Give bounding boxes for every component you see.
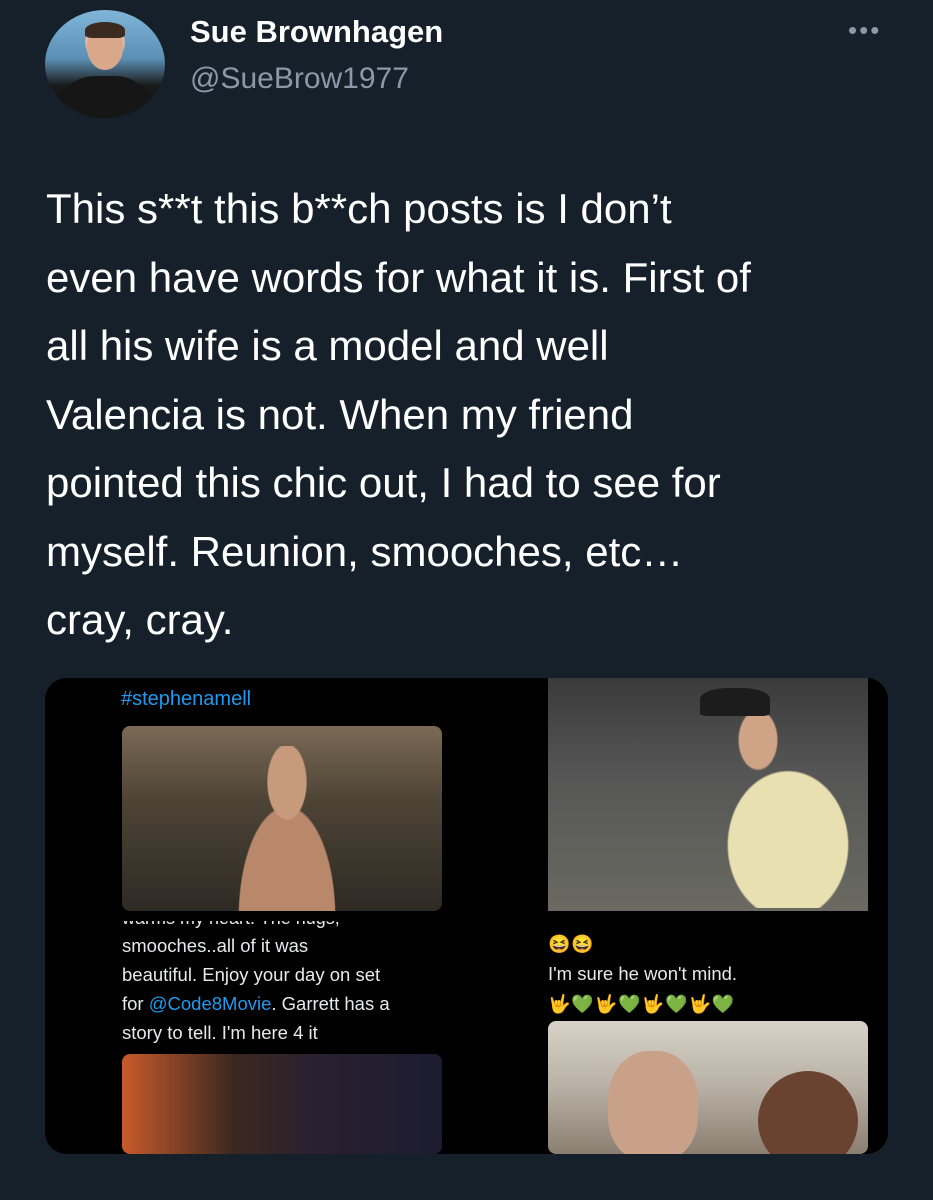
photo-cap: [700, 688, 770, 716]
snippet-line: smooches..all of it was: [122, 935, 309, 956]
emoji-row-hands-hearts: 🤟💚🤟💚🤟💚🤟💚: [548, 994, 736, 1014]
author-handle[interactable]: @SueBrow1977: [190, 62, 409, 96]
mention-link[interactable]: @Code8Movie: [149, 993, 272, 1014]
photo-figure: [212, 746, 362, 911]
tweet-text: This s**t this b**ch posts is I don’t ev…: [46, 185, 751, 643]
media-cell-2[interactable]: [472, 678, 888, 911]
embedded-photo-two-people: [122, 1054, 442, 1154]
embedded-tweet-text: smooches..all of it was beautiful. Enjoy…: [122, 931, 452, 1047]
media-cell-3[interactable]: warms my heart. The hugs, smooches..all …: [45, 921, 461, 1154]
media-cell-4[interactable]: 😆😆 I'm sure he won't mind. 🤟💚🤟💚🤟💚🤟💚: [472, 921, 888, 1154]
author-avatar[interactable]: [45, 10, 165, 118]
snippet-line: story to tell. I'm here 4 it: [122, 1022, 318, 1043]
snippet-line: for: [122, 993, 149, 1014]
more-horizontal-icon[interactable]: •••: [848, 17, 881, 43]
embedded-tweet-text: 😆😆 I'm sure he won't mind. 🤟💚🤟💚🤟💚🤟💚: [548, 929, 878, 1019]
media-cell-1[interactable]: #stephenamell: [45, 678, 461, 911]
avatar-shirt: [55, 76, 155, 118]
photo-face: [608, 1051, 698, 1154]
photo-face: [758, 1071, 858, 1154]
hashtag-link[interactable]: #stephenamell: [121, 688, 251, 711]
snippet-line: . Garrett has a: [271, 993, 390, 1014]
snippet-line: beautiful. Enjoy your day on set: [122, 964, 381, 985]
embedded-photo-man-escalator: [548, 678, 868, 911]
snippet-cutoff-line: warms my heart. The hugs,: [122, 921, 340, 929]
photo-figure: [668, 698, 868, 908]
snippet-line: I'm sure he won't mind.: [548, 963, 738, 984]
author-display-name[interactable]: Sue Brownhagen: [190, 14, 443, 50]
embedded-photo-selfie: [548, 1021, 868, 1154]
media-grid[interactable]: #stephenamell warms my heart. The hugs, …: [45, 678, 888, 1154]
embedded-photo-shirtless-man: [122, 726, 442, 911]
emoji-laughing: 😆😆: [548, 934, 595, 954]
avatar-hair: [85, 22, 125, 38]
